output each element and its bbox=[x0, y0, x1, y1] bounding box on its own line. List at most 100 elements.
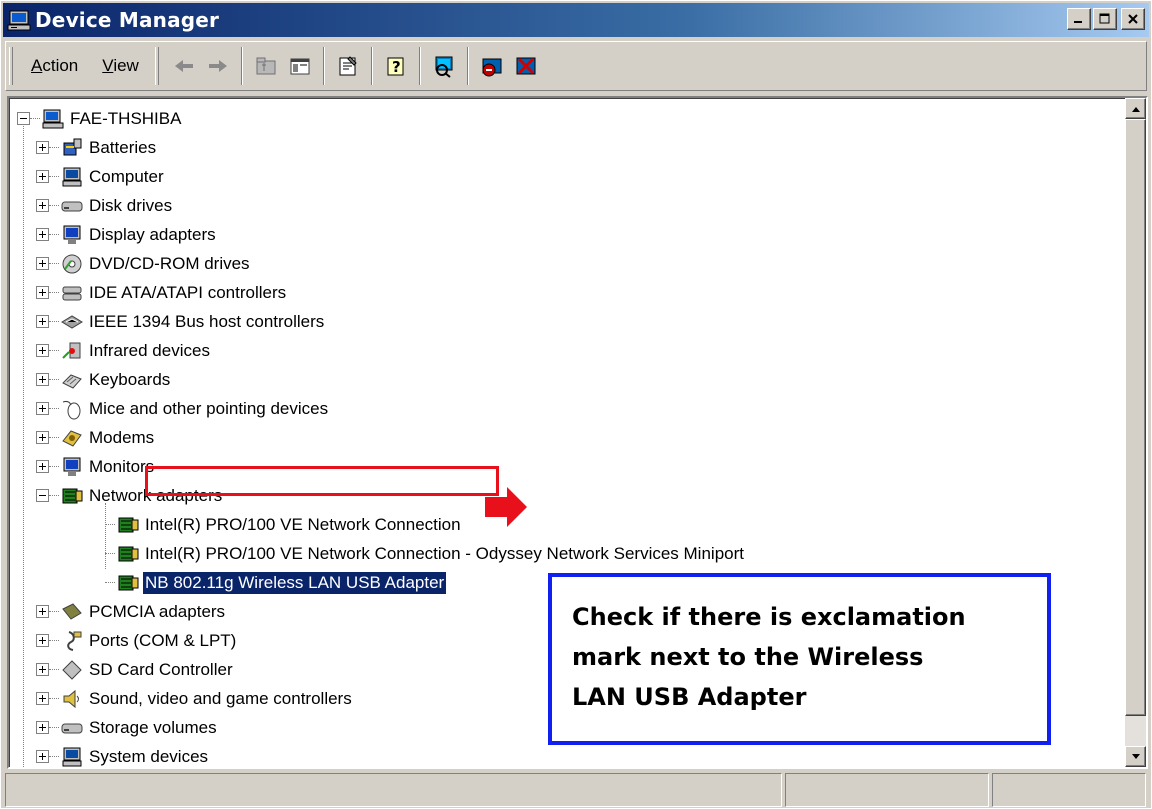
vertical-scrollbar[interactable] bbox=[1125, 98, 1146, 767]
tree-category[interactable]: Monitors bbox=[36, 452, 156, 481]
tree-connector bbox=[49, 727, 59, 728]
toolbar-separator bbox=[240, 47, 243, 85]
tree-category[interactable]: Display adapters bbox=[36, 220, 218, 249]
expand-icon[interactable] bbox=[36, 605, 49, 618]
tree-connector bbox=[49, 147, 59, 148]
tree-connector bbox=[49, 408, 59, 409]
tree-category[interactable]: IDE ATA/ATAPI controllers bbox=[36, 278, 288, 307]
collapse-icon[interactable] bbox=[36, 489, 49, 502]
up-folder-button[interactable] bbox=[249, 49, 283, 83]
disable-device-button[interactable] bbox=[509, 49, 543, 83]
tree-item-label: Keyboards bbox=[89, 369, 171, 389]
up-folder-icon bbox=[256, 57, 276, 75]
tree-connector bbox=[49, 205, 59, 206]
expand-icon[interactable] bbox=[36, 170, 49, 183]
toolbar-separator bbox=[418, 47, 421, 85]
scroll-thumb[interactable] bbox=[1125, 119, 1146, 716]
tree-category[interactable]: SD Card Controller bbox=[36, 655, 235, 684]
pointer-arrow-icon bbox=[485, 487, 527, 527]
tree-device[interactable]: Intel(R) PRO/100 VE Network Connection bbox=[105, 510, 463, 539]
tree-connector bbox=[49, 611, 59, 612]
expand-icon[interactable] bbox=[36, 373, 49, 386]
minimize-button[interactable] bbox=[1067, 8, 1091, 30]
tree-item-label: Ports (COM & LPT) bbox=[89, 630, 237, 650]
status-cell-main bbox=[5, 773, 782, 807]
expand-icon[interactable] bbox=[36, 344, 49, 357]
tree-category[interactable]: Ports (COM & LPT) bbox=[36, 626, 238, 655]
tree-category[interactable]: PCMCIA adapters bbox=[36, 597, 227, 626]
tree-category[interactable]: Storage volumes bbox=[36, 713, 219, 742]
tree-category[interactable]: Disk drives bbox=[36, 191, 174, 220]
device-manager-icon bbox=[7, 10, 31, 31]
tree-category[interactable]: Infrared devices bbox=[36, 336, 212, 365]
menu-action[interactable]: Action bbox=[19, 47, 90, 85]
tree-vertical-line bbox=[23, 126, 24, 767]
tree-root[interactable]: FAE-THSHIBA bbox=[17, 104, 183, 133]
tree-category[interactable]: Modems bbox=[36, 423, 156, 452]
tree-item-label: Mice and other pointing devices bbox=[89, 398, 329, 418]
device-manager-window: Device Manager Action View ? FAE-THSHIBA… bbox=[0, 0, 1152, 809]
menu-view-accesskey: V bbox=[102, 56, 114, 75]
highlight-box bbox=[145, 466, 499, 496]
forward-button[interactable] bbox=[201, 49, 235, 83]
tree-connector bbox=[49, 350, 59, 351]
maximize-button[interactable] bbox=[1093, 8, 1117, 30]
scroll-down-button[interactable] bbox=[1125, 746, 1146, 767]
tree-connector bbox=[105, 553, 115, 554]
network-adapter-icon bbox=[118, 575, 139, 590]
title-bar[interactable]: Device Manager bbox=[3, 3, 1149, 37]
expand-icon[interactable] bbox=[36, 286, 49, 299]
close-button[interactable] bbox=[1121, 8, 1145, 30]
keyboard-icon bbox=[62, 373, 82, 389]
uninstall-device-button[interactable] bbox=[475, 49, 509, 83]
tree-category[interactable]: Keyboards bbox=[36, 365, 172, 394]
tree-category[interactable]: DVD/CD-ROM drives bbox=[36, 249, 252, 278]
disable-device-icon bbox=[516, 57, 536, 75]
tree-category[interactable]: System devices bbox=[36, 742, 210, 767]
tree-item-label: Intel(R) PRO/100 VE Network Connection -… bbox=[145, 543, 744, 563]
maximize-icon bbox=[1099, 13, 1110, 24]
scroll-up-icon bbox=[1131, 106, 1140, 112]
tree-item-selected[interactable]: NB 802.11g Wireless LAN USB Adapter bbox=[105, 568, 448, 597]
expand-icon[interactable] bbox=[36, 199, 49, 212]
expand-icon[interactable] bbox=[36, 634, 49, 647]
tree-category[interactable]: Batteries bbox=[36, 133, 158, 162]
toolbar-grip-2[interactable] bbox=[154, 47, 159, 85]
expand-icon[interactable] bbox=[36, 750, 49, 763]
menu-view[interactable]: View bbox=[90, 47, 151, 85]
modem-icon bbox=[62, 429, 82, 447]
tree-item-label: DVD/CD-ROM drives bbox=[89, 253, 250, 273]
tree-connector bbox=[49, 640, 59, 641]
tree-category[interactable]: Sound, video and game controllers bbox=[36, 684, 354, 713]
expand-icon[interactable] bbox=[36, 460, 49, 473]
help-button[interactable]: ? bbox=[379, 49, 413, 83]
expand-icon[interactable] bbox=[36, 431, 49, 444]
expand-icon[interactable] bbox=[36, 257, 49, 270]
toolbar-grip[interactable] bbox=[9, 47, 13, 85]
expand-icon[interactable] bbox=[36, 141, 49, 154]
tree-connector bbox=[105, 524, 115, 525]
expand-icon[interactable] bbox=[36, 315, 49, 328]
tree-category[interactable]: Computer bbox=[36, 162, 166, 191]
expand-icon[interactable] bbox=[36, 721, 49, 734]
expand-icon[interactable] bbox=[36, 663, 49, 676]
scan-hardware-icon bbox=[435, 56, 453, 78]
tree-category[interactable]: Mice and other pointing devices bbox=[36, 394, 330, 423]
expand-icon[interactable] bbox=[36, 228, 49, 241]
scroll-up-button[interactable] bbox=[1125, 98, 1146, 119]
collapse-icon[interactable] bbox=[17, 112, 30, 125]
expand-icon[interactable] bbox=[36, 402, 49, 415]
expand-icon[interactable] bbox=[36, 692, 49, 705]
tree-item-label: IDE ATA/ATAPI controllers bbox=[89, 282, 287, 302]
scan-hardware-button[interactable] bbox=[427, 49, 461, 83]
back-button[interactable] bbox=[167, 49, 201, 83]
status-cell-3 bbox=[992, 773, 1146, 807]
tree-device[interactable]: Intel(R) PRO/100 VE Network Connection -… bbox=[105, 539, 746, 568]
properties-button[interactable] bbox=[331, 49, 365, 83]
show-hide-tree-button[interactable] bbox=[283, 49, 317, 83]
tree-category[interactable]: IEEE 1394 Bus host controllers bbox=[36, 307, 326, 336]
tree-connector bbox=[49, 495, 59, 496]
tree-connector bbox=[30, 118, 40, 119]
svg-text:?: ? bbox=[392, 58, 401, 76]
disk-drive-icon bbox=[61, 201, 83, 211]
